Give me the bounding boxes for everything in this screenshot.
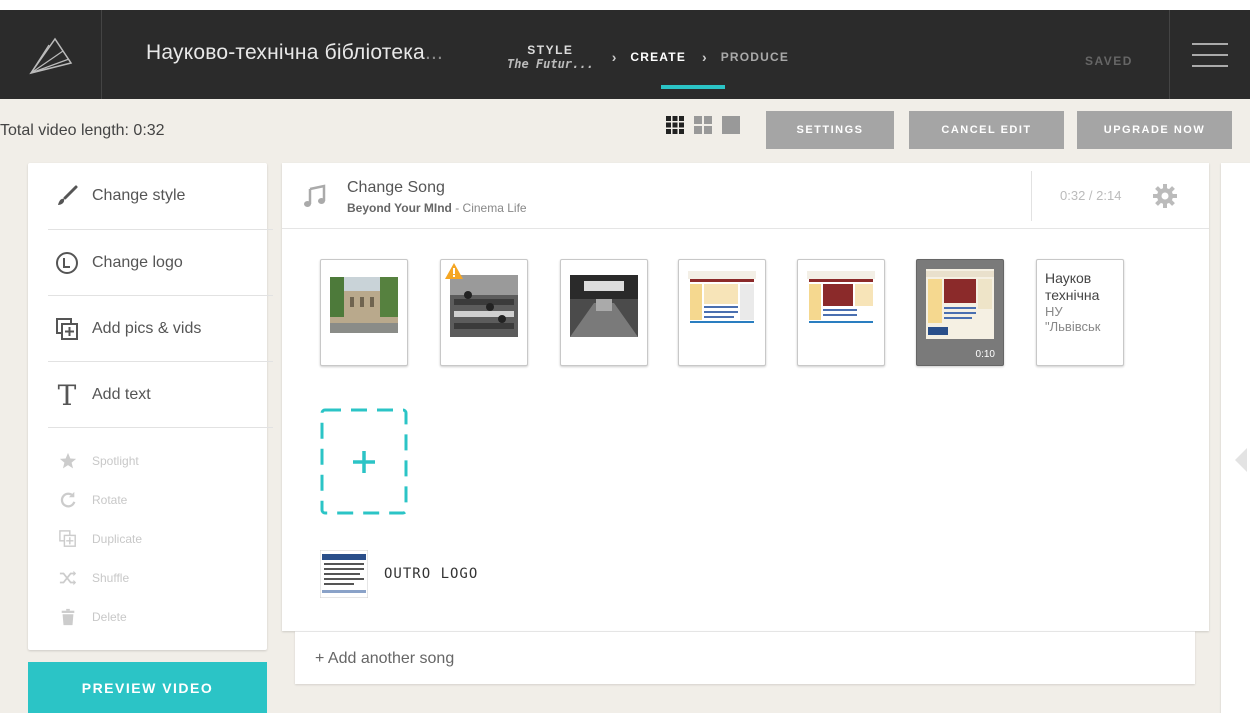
music-note-icon bbox=[304, 184, 326, 207]
hamburger-menu-icon[interactable] bbox=[1169, 10, 1250, 99]
saved-status: SAVED bbox=[1085, 54, 1133, 68]
song-artist: - Cinema Life bbox=[451, 201, 527, 215]
spotlight-label: Spotlight bbox=[92, 454, 139, 468]
rotate-label: Rotate bbox=[92, 493, 128, 507]
grid-small-icon[interactable] bbox=[666, 116, 684, 134]
top-strip bbox=[0, 0, 1250, 10]
text-slide-line: "Львівськ bbox=[1045, 319, 1101, 334]
right-side-panel[interactable] bbox=[1221, 163, 1250, 713]
text-slide-line: технічна bbox=[1045, 287, 1100, 303]
cancel-edit-button[interactable]: CANCEL EDIT bbox=[909, 111, 1064, 149]
delete-label: Delete bbox=[92, 610, 127, 624]
add-another-song-button[interactable]: + Add another song bbox=[295, 631, 1195, 684]
building-photo bbox=[330, 269, 398, 339]
slide-thumbnail-selected[interactable]: 0:10 bbox=[916, 259, 1004, 366]
change-logo-label: Change logo bbox=[92, 254, 183, 271]
slide-thumbnail[interactable] bbox=[797, 259, 885, 366]
add-text-label: Add text bbox=[92, 386, 151, 403]
song-header: Change Song Beyond Your MInd - Cinema Li… bbox=[282, 163, 1209, 229]
duplicate-button[interactable]: Duplicate bbox=[58, 529, 142, 549]
grid-large-icon[interactable] bbox=[694, 116, 712, 134]
step-create[interactable]: CREATE bbox=[630, 50, 686, 64]
change-logo-button[interactable]: Change logo bbox=[28, 230, 267, 296]
rotate-icon bbox=[58, 491, 78, 509]
add-slide-button[interactable] bbox=[320, 408, 408, 515]
reading-room-photo bbox=[450, 269, 518, 339]
outro-logo-label: OUTRO LOGO bbox=[384, 566, 479, 582]
upgrade-now-button[interactable]: UPGRADE NOW bbox=[1077, 111, 1232, 149]
change-song-button[interactable]: Change Song bbox=[347, 179, 445, 197]
delete-button[interactable]: Delete bbox=[58, 607, 127, 627]
step-style-value: The Futur... bbox=[507, 56, 594, 71]
add-media-icon bbox=[52, 317, 82, 341]
add-text-button[interactable]: T Add text bbox=[28, 362, 267, 428]
change-style-button[interactable]: Change style bbox=[28, 163, 267, 229]
top-bar: Науково-технічна бібліотека... STYLE The… bbox=[0, 10, 1250, 109]
slide-thumbnail[interactable] bbox=[678, 259, 766, 366]
gear-icon[interactable] bbox=[1152, 183, 1178, 209]
hall-photo bbox=[570, 269, 638, 339]
change-style-label: Change style bbox=[92, 187, 186, 204]
chevron-right-icon: › bbox=[702, 48, 707, 65]
website-screenshot bbox=[688, 269, 756, 339]
duplicate-label: Duplicate bbox=[92, 532, 143, 546]
collapse-arrow-icon[interactable] bbox=[1235, 448, 1247, 472]
add-pics-vids-label: Add pics & vids bbox=[92, 320, 202, 337]
song-track-name: Beyond Your MInd bbox=[347, 201, 452, 215]
active-step-indicator bbox=[661, 85, 725, 89]
settings-button[interactable]: SETTINGS bbox=[766, 111, 894, 149]
preview-video-button[interactable]: PREVIEW VIDEO bbox=[28, 662, 267, 713]
star-icon bbox=[58, 452, 78, 470]
logo-icon bbox=[52, 251, 82, 275]
divider bbox=[1031, 171, 1032, 221]
workflow-steps: STYLE The Futur... › CREATE › PRODUCE bbox=[507, 34, 805, 79]
outro-logo[interactable]: OUTRO LOGO bbox=[320, 550, 478, 598]
storyboard-panel: Change Song Beyond Your MInd - Cinema Li… bbox=[282, 163, 1209, 631]
trash-icon bbox=[58, 608, 78, 626]
step-produce[interactable]: PRODUCE bbox=[721, 50, 789, 64]
project-title[interactable]: Науково-технічна бібліотека... bbox=[146, 41, 486, 65]
rotate-button[interactable]: Rotate bbox=[58, 490, 127, 510]
shuffle-label: Shuffle bbox=[92, 571, 130, 585]
add-another-song-label: + Add another song bbox=[315, 650, 455, 667]
text-icon: T bbox=[57, 378, 77, 412]
warning-icon bbox=[445, 263, 463, 279]
slide-thumbnail[interactable] bbox=[320, 259, 408, 366]
outro-logo-thumbnail bbox=[320, 550, 368, 598]
brush-icon bbox=[52, 184, 82, 208]
spotlight-button[interactable]: Spotlight bbox=[58, 451, 139, 471]
shuffle-icon bbox=[58, 569, 78, 587]
single-view-icon[interactable] bbox=[722, 116, 740, 134]
app-logo[interactable] bbox=[0, 10, 102, 99]
chevron-right-icon: › bbox=[611, 48, 617, 65]
slide-thumbnail[interactable] bbox=[440, 259, 528, 366]
divider bbox=[48, 427, 273, 428]
step-style[interactable]: STYLE The Futur... bbox=[507, 43, 594, 71]
website-screenshot bbox=[926, 269, 994, 339]
text-slide-thumbnail[interactable]: Науков технічна НУ "Львівськ bbox=[1036, 259, 1124, 366]
text-slide-line: Науков bbox=[1045, 270, 1092, 286]
shuffle-button[interactable]: Shuffle bbox=[58, 568, 129, 588]
song-info: Beyond Your MInd - Cinema Life bbox=[347, 201, 527, 215]
slide-duration: 0:10 bbox=[975, 349, 995, 360]
logo-icon bbox=[28, 37, 72, 74]
website-screenshot bbox=[807, 269, 875, 339]
slide-thumbnail[interactable] bbox=[560, 259, 648, 366]
duplicate-icon bbox=[58, 530, 78, 548]
text-slide-line: НУ bbox=[1045, 304, 1063, 319]
view-switcher bbox=[666, 116, 740, 134]
sub-toolbar: Total video length: 0:32 SETTINGS CANCEL… bbox=[0, 99, 1250, 163]
add-pics-vids-button[interactable]: Add pics & vids bbox=[28, 296, 267, 362]
text-slide-content: Науков технічна НУ "Львівськ bbox=[1045, 270, 1125, 334]
step-style-label: STYLE bbox=[527, 42, 574, 57]
song-time: 0:32 / 2:14 bbox=[1060, 188, 1122, 203]
edit-sidebar: Change style Change logo Add pics & vids… bbox=[28, 163, 273, 650]
total-video-length: Total video length: 0:32 bbox=[0, 122, 165, 139]
